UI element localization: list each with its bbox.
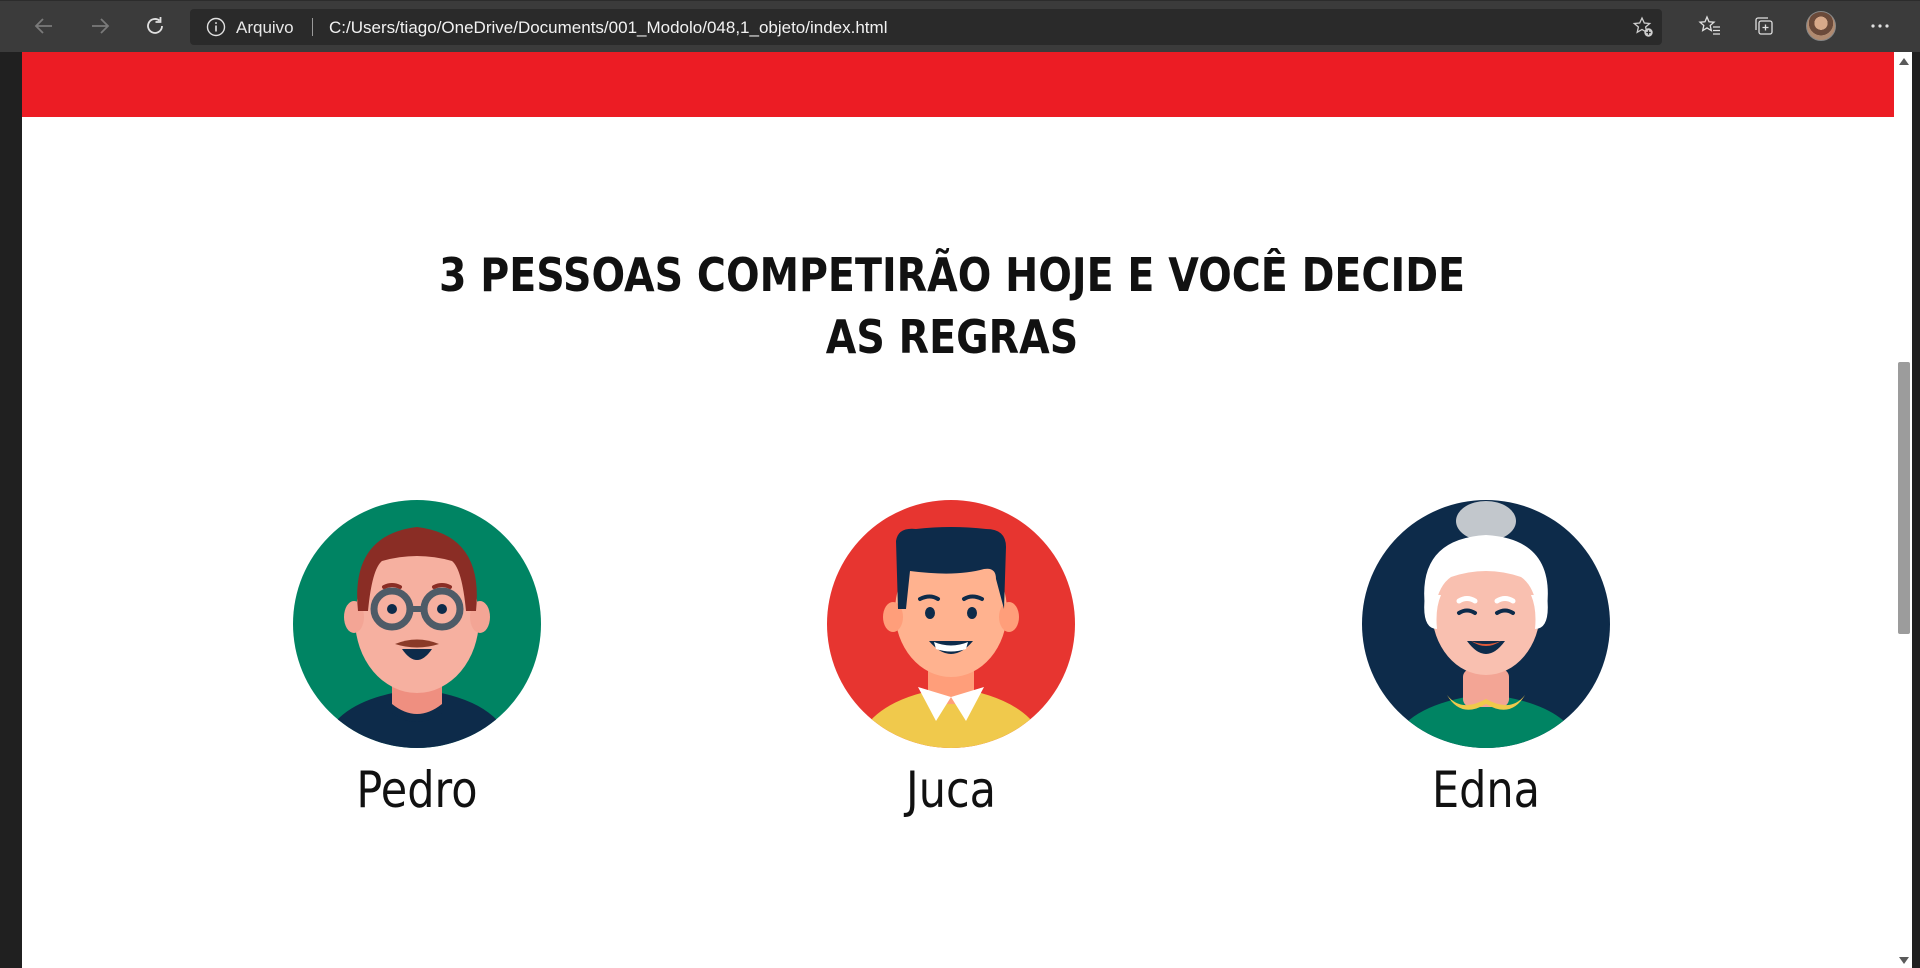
arrow-right-icon (92, 18, 110, 34)
edna-avatar-icon (1362, 500, 1610, 748)
forward-button[interactable] (82, 9, 118, 43)
profile-button[interactable] (1803, 9, 1839, 43)
person-name-juca: Juca (906, 761, 996, 819)
more-icon (1871, 24, 1889, 28)
collections-icon (1755, 17, 1773, 35)
scroll-down-icon[interactable] (1899, 957, 1909, 964)
person-card-edna[interactable]: Edna (1361, 499, 1611, 819)
collections-button[interactable] (1746, 9, 1782, 43)
top-banner (22, 52, 1894, 117)
juca-avatar-icon (827, 500, 1075, 748)
person-name-edna: Edna (1431, 761, 1541, 819)
more-button[interactable] (1862, 9, 1898, 43)
address-protocol-label: Arquivo (236, 18, 294, 37)
back-button[interactable] (26, 9, 62, 43)
page-content: 3 PESSOAS COMPETIRÃO HOJE E VOCÊ DECIDE … (22, 52, 1894, 968)
refresh-button[interactable] (137, 9, 173, 43)
person-card-pedro[interactable]: Pedro (292, 499, 542, 819)
browser-toolbar: Arquivo C:/Users/tiago/OneDrive/Document… (0, 0, 1920, 52)
star-plus-icon[interactable] (1632, 16, 1654, 38)
page-title-line-2: AS REGRAS (825, 310, 1079, 364)
page-title-line-1: 3 PESSOAS COMPETIRÃO HOJE E VOCÊ DECIDE (438, 248, 1466, 302)
address-bar[interactable]: Arquivo C:/Users/tiago/OneDrive/Document… (190, 9, 1662, 45)
arrow-left-icon (34, 18, 52, 34)
vertical-scrollbar[interactable] (1894, 52, 1912, 968)
info-icon[interactable] (206, 17, 226, 37)
person-name-pedro: Pedro (356, 761, 478, 819)
favorites-icon (1698, 15, 1720, 35)
page-title: 3 PESSOAS COMPETIRÃO HOJE E VOCÊ DECIDE … (152, 244, 1752, 368)
address-url[interactable]: C:/Users/tiago/OneDrive/Documents/001_Mo… (329, 18, 887, 38)
pedro-avatar-icon (293, 500, 541, 748)
scroll-up-icon[interactable] (1899, 58, 1909, 65)
favorites-button[interactable] (1692, 9, 1728, 43)
scrollbar-thumb[interactable] (1898, 362, 1910, 634)
address-separator (312, 18, 313, 36)
refresh-icon (147, 17, 163, 34)
avatar (1806, 11, 1836, 41)
person-card-juca[interactable]: Juca (826, 499, 1076, 819)
page-viewport: 3 PESSOAS COMPETIRÃO HOJE E VOCÊ DECIDE … (0, 52, 1920, 968)
